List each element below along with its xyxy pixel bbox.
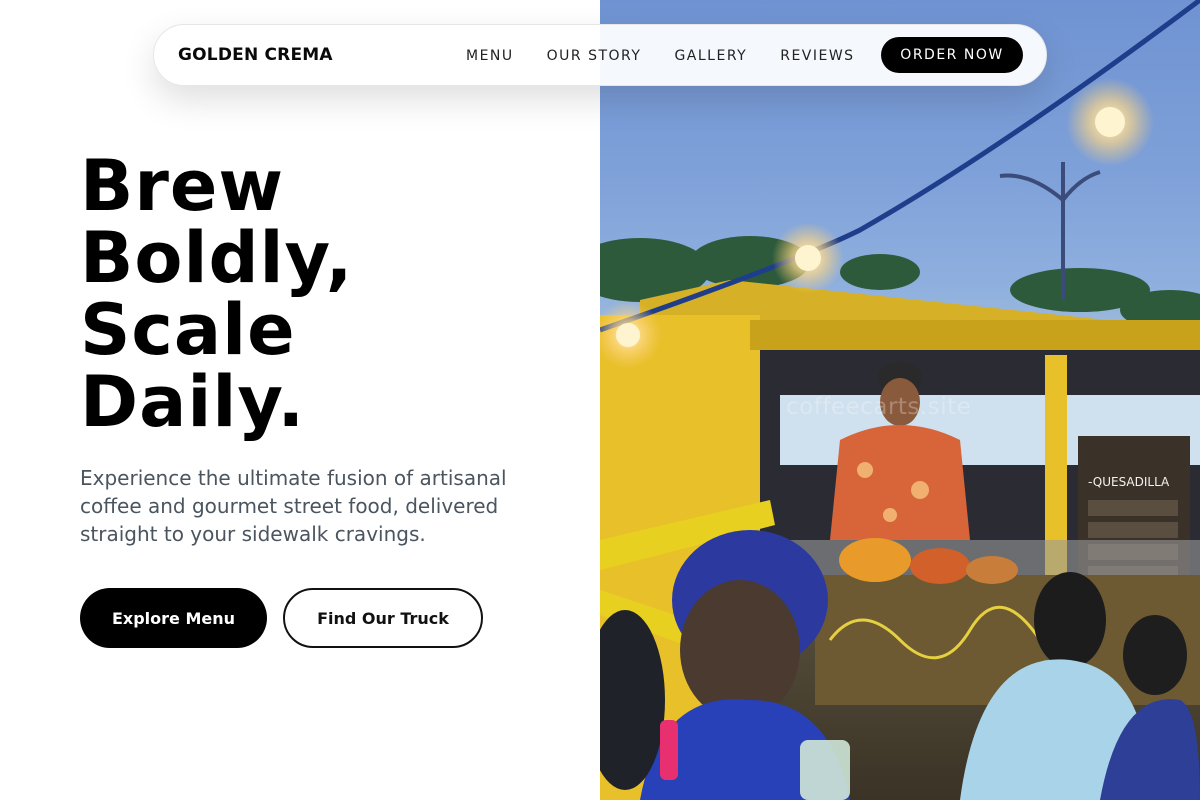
brand-logo[interactable]: GOLDEN CREMA bbox=[178, 45, 333, 65]
nav-link-gallery[interactable]: GALLERY bbox=[674, 48, 747, 64]
menu-board-text: -QUESADILLA bbox=[1088, 475, 1170, 489]
hero-title-line: Daily. bbox=[80, 361, 306, 443]
nav-links: MENU OUR STORY GALLERY REVIEWS bbox=[466, 25, 888, 87]
find-truck-button[interactable]: Find Our Truck bbox=[283, 588, 483, 648]
hero-title-line: Scale bbox=[80, 289, 296, 371]
nav-link-menu[interactable]: MENU bbox=[466, 48, 514, 64]
hero-photo: -QUESADILLA coffeecarts.site bbox=[600, 0, 1200, 800]
hero-title: Brew Boldly, Scale Daily. bbox=[80, 150, 560, 438]
nav-link-our-story[interactable]: OUR STORY bbox=[547, 48, 642, 64]
order-now-button[interactable]: ORDER NOW bbox=[881, 37, 1023, 73]
hero-title-line: Boldly, bbox=[80, 217, 354, 299]
hero-subtitle: Experience the ultimate fusion of artisa… bbox=[80, 466, 507, 546]
watermark-text: coffeecarts.site bbox=[786, 394, 972, 420]
navbar: GOLDEN CREMA MENU OUR STORY GALLERY REVI… bbox=[153, 24, 1047, 86]
explore-menu-button[interactable]: Explore Menu bbox=[80, 588, 267, 648]
hero-title-line: Brew bbox=[80, 145, 285, 227]
nav-link-reviews[interactable]: REVIEWS bbox=[780, 48, 854, 64]
